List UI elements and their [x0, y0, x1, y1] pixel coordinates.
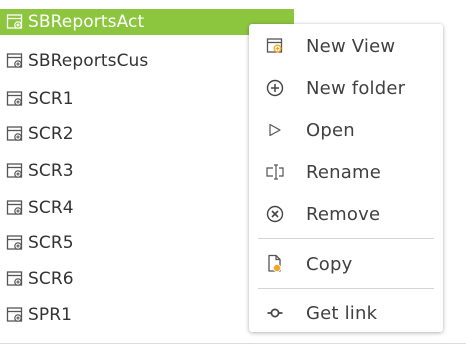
tree-item-label: SCR6	[28, 269, 74, 289]
tree-item-scr3[interactable]: SCR3	[6, 158, 74, 184]
menu-item-label: Get link	[306, 302, 378, 324]
copy-icon	[265, 254, 285, 274]
menu-item-get-link[interactable]: Get link	[249, 295, 443, 331]
tree-item-label: SCR4	[28, 198, 74, 218]
report-icon	[6, 53, 23, 68]
menu-item-new-view[interactable]: New View	[249, 28, 443, 64]
report-icon	[6, 271, 23, 286]
menu-item-new-folder[interactable]: New folder	[249, 70, 443, 106]
tree-item-scr1[interactable]: SCR1	[6, 86, 74, 112]
tree-item-label: SCR5	[28, 233, 74, 253]
tree-bottom-divider	[0, 343, 466, 344]
tree-item-label: SBReportsAct	[28, 12, 145, 32]
tree-item-scr6[interactable]: SCR6	[6, 266, 74, 292]
menu-item-remove[interactable]: Remove	[249, 196, 443, 232]
new-view-icon	[265, 36, 285, 56]
tree-item-spr1[interactable]: SPR1	[6, 302, 72, 328]
rename-cursor-icon	[265, 162, 285, 182]
tree-item-label: SPR1	[28, 305, 73, 325]
tree-item-scr5[interactable]: SCR5	[6, 230, 74, 256]
tree-item-label: SCR1	[28, 89, 74, 109]
menu-item-open[interactable]: Open	[249, 112, 443, 148]
report-icon	[6, 307, 23, 322]
tree-item-sbreportscus[interactable]: SBReportsCus	[6, 48, 148, 74]
tree-item-scr4[interactable]: SCR4	[6, 195, 74, 221]
menu-item-label: Remove	[306, 203, 381, 225]
menu-item-label: New View	[306, 35, 396, 57]
tree-item-label: SCR2	[28, 124, 74, 144]
tree-item-label: SCR3	[28, 161, 74, 181]
menu-item-label: Copy	[306, 253, 353, 275]
menu-item-label: New folder	[306, 77, 406, 99]
tree-item-scr2[interactable]: SCR2	[6, 121, 74, 147]
x-circle-icon	[265, 204, 285, 224]
plus-circle-icon	[265, 78, 285, 98]
menu-item-copy[interactable]: Copy	[249, 246, 443, 282]
menu-item-label: Rename	[306, 161, 382, 183]
menu-item-rename[interactable]: Rename	[249, 154, 443, 190]
report-icon	[6, 126, 23, 141]
report-icon	[6, 235, 23, 250]
play-outline-icon	[265, 120, 285, 140]
report-icon	[6, 14, 23, 29]
context-menu: New View New folder Open Rename Remove C…	[249, 24, 443, 332]
menu-item-label: Open	[306, 119, 355, 141]
link-icon	[265, 303, 285, 323]
menu-separator	[258, 238, 434, 239]
menu-separator	[258, 288, 434, 289]
report-icon	[6, 163, 23, 178]
report-icon	[6, 200, 23, 215]
report-icon	[6, 91, 23, 106]
tree-item-label: SBReportsCus	[28, 51, 149, 71]
